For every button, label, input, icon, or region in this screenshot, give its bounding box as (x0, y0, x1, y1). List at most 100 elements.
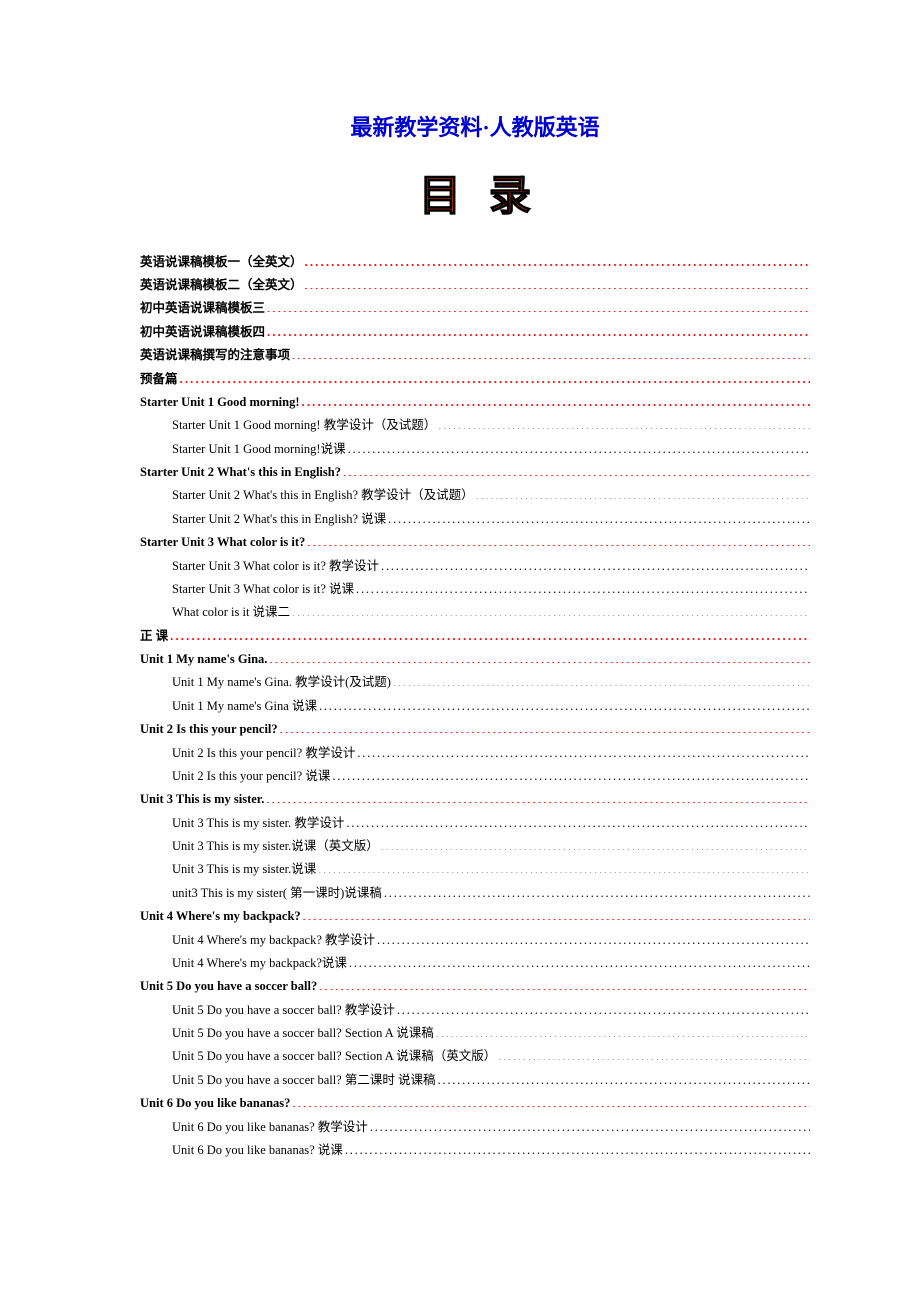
toc-entry[interactable]: Unit 3 This is my sister.说课（英文版） (140, 833, 810, 856)
toc-entry[interactable]: 英语说课稿模板二（全英文） (140, 272, 810, 295)
toc-leader (332, 767, 810, 780)
toc-entry[interactable]: Unit 6 Do you like bananas? 教学设计 (140, 1114, 810, 1137)
toc-entry-label: Unit 1 My name's Gina. 教学设计(及试题) (172, 676, 391, 689)
toc-entry-label: What color is it 说课二 (172, 606, 290, 619)
toc-leader (356, 580, 810, 593)
toc-entry[interactable]: Unit 5 Do you have a soccer ball? Sectio… (140, 1020, 810, 1043)
toc-entry-label: 英语说课稿撰写的注意事项 (140, 349, 290, 362)
toc-leader (292, 1095, 810, 1108)
toc-entry-label: Starter Unit 2 What's this in English? (140, 466, 341, 479)
toc-entry-label: 英语说课稿模板一（全英文） (140, 256, 303, 269)
toc-entry[interactable]: Starter Unit 2 What's this in English? 说… (140, 506, 810, 529)
toc-entry-label: 初中英语说课稿模板四 (140, 326, 265, 339)
document-page: 最新教学资料·人教版英语 目 录 英语说课稿模板一（全英文）英语说课稿模板二（全… (0, 0, 920, 1221)
toc-leader (348, 440, 810, 453)
toc-entry[interactable]: Unit 1 My name's Gina 说课 (140, 693, 810, 716)
toc-leader (307, 534, 810, 547)
toc-entry[interactable]: Unit 2 Is this your pencil? 教学设计 (140, 740, 810, 763)
toc-entry-label: Starter Unit 2 What's this in English? 教… (172, 489, 474, 502)
toc-entry-label: Unit 5 Do you have a soccer ball? Sectio… (172, 1027, 434, 1040)
toc-entry[interactable]: Unit 4 Where's my backpack? (140, 904, 810, 927)
toc-entry-label: Unit 2 Is this your pencil? 说课 (172, 770, 330, 783)
toc-entry[interactable]: 初中英语说课稿模板三 (140, 296, 810, 319)
toc-entry-label: Unit 5 Do you have a soccer ball? Sectio… (172, 1050, 496, 1063)
toc-heading-inner: 目 录 (411, 160, 539, 225)
toc-entry[interactable]: Starter Unit 2 What's this in English? (140, 459, 810, 482)
toc-leader (381, 838, 810, 851)
toc-heading-char-1: 目 (419, 162, 461, 223)
toc-entry[interactable]: 初中英语说课稿模板四 (140, 319, 810, 342)
toc-leader (267, 323, 810, 336)
toc-entry[interactable]: unit3 This is my sister( 第一课时)说课稿 (140, 880, 810, 903)
toc-entry[interactable]: Unit 5 Do you have a soccer ball? 第二课时 说… (140, 1067, 810, 1090)
toc-entry-label: Unit 1 My name's Gina. (140, 653, 267, 666)
toc-entry[interactable]: Unit 2 Is this your pencil? (140, 717, 810, 740)
toc-entry-label: Unit 3 This is my sister.说课（英文版） (172, 840, 379, 853)
toc-entry[interactable]: Unit 1 My name's Gina. (140, 646, 810, 669)
toc-entry[interactable]: Unit 4 Where's my backpack?说课 (140, 950, 810, 973)
toc-leader (349, 954, 810, 967)
toc-leader (319, 978, 810, 991)
toc-entry-label: Unit 5 Do you have a soccer ball? 第二课时 说… (172, 1074, 435, 1087)
toc-entry-label: Unit 4 Where's my backpack?说课 (172, 957, 347, 970)
toc-leader (437, 1071, 810, 1084)
toc-leader (357, 744, 810, 757)
toc-entry[interactable]: Unit 3 This is my sister. 教学设计 (140, 810, 810, 833)
toc-leader (388, 510, 810, 523)
toc-leader (180, 370, 810, 383)
toc-heading-char-2: 录 (489, 162, 531, 223)
toc-entry-label: Unit 3 This is my sister. 教学设计 (172, 817, 344, 830)
toc-leader (280, 721, 810, 734)
toc-entry-label: Starter Unit 3 What color is it? 说课 (172, 583, 354, 596)
toc-entry[interactable]: Unit 5 Do you have a soccer ball? Sectio… (140, 1044, 810, 1067)
toc-entry-label: Starter Unit 1 Good morning! 教学设计（及试题） (172, 419, 436, 432)
toc-entry[interactable]: Starter Unit 1 Good morning!说课 (140, 436, 810, 459)
toc-leader (377, 931, 810, 944)
toc-entry-label: unit3 This is my sister( 第一课时)说课稿 (172, 887, 382, 900)
toc-entry[interactable]: Unit 6 Do you like bananas? (140, 1091, 810, 1114)
toc-entry-label: Unit 5 Do you have a soccer ball? (140, 980, 317, 993)
toc-entry[interactable]: Unit 5 Do you have a soccer ball? (140, 974, 810, 997)
toc-leader (384, 884, 810, 897)
toc-entry-label: 预备篇 (140, 373, 178, 386)
toc-leader (436, 1025, 810, 1038)
toc-leader (266, 791, 810, 804)
toc-entry-label: Unit 6 Do you like bananas? 教学设计 (172, 1121, 368, 1134)
toc-leader (346, 814, 810, 827)
toc-entry-label: Starter Unit 2 What's this in English? 说… (172, 513, 386, 526)
toc-entry[interactable]: Unit 3 This is my sister.说课 (140, 857, 810, 880)
toc-entry[interactable]: 英语说课稿撰写的注意事项 (140, 343, 810, 366)
toc-entry[interactable]: Unit 4 Where's my backpack? 教学设计 (140, 927, 810, 950)
toc-entry[interactable]: 正 课 (140, 623, 810, 646)
toc-entry[interactable]: Starter Unit 2 What's this in English? 教… (140, 483, 810, 506)
toc-entry[interactable]: Unit 2 Is this your pencil? 说课 (140, 763, 810, 786)
toc-entry[interactable]: Unit 3 This is my sister. (140, 787, 810, 810)
toc-entry[interactable]: Starter Unit 1 Good morning! (140, 389, 810, 412)
toc-entry[interactable]: 英语说课稿模板一（全英文） (140, 249, 810, 272)
toc-entry-label: Unit 2 Is this your pencil? (140, 723, 278, 736)
toc-entry-label: Unit 4 Where's my backpack? (140, 910, 301, 923)
toc-leader (305, 253, 810, 266)
toc-entry-label: Unit 6 Do you like bananas? 说课 (172, 1144, 343, 1157)
toc-entry[interactable]: Starter Unit 1 Good morning! 教学设计（及试题） (140, 413, 810, 436)
toc-entry[interactable]: What color is it 说课二 (140, 600, 810, 623)
toc-entry[interactable]: Starter Unit 3 What color is it? (140, 530, 810, 553)
toc-leader (370, 1118, 810, 1131)
toc-entry-label: 初中英语说课稿模板三 (140, 302, 265, 315)
toc-leader (303, 908, 810, 921)
toc-entry[interactable]: 预备篇 (140, 366, 810, 389)
toc-leader (292, 347, 810, 360)
toc-leader (381, 557, 810, 570)
toc-entry-label: Unit 4 Where's my backpack? 教学设计 (172, 934, 375, 947)
toc-leader (318, 861, 810, 874)
toc-entry[interactable]: Unit 1 My name's Gina. 教学设计(及试题) (140, 670, 810, 693)
toc-leader (305, 277, 810, 290)
toc-entry[interactable]: Starter Unit 3 What color is it? 说课 (140, 576, 810, 599)
toc-leader (498, 1048, 810, 1061)
table-of-contents: 英语说课稿模板一（全英文） 英语说课稿模板二（全英文） 初中英语说课稿模板三初中英语… (140, 249, 810, 1161)
toc-entry[interactable]: Starter Unit 3 What color is it? 教学设计 (140, 553, 810, 576)
toc-entry[interactable]: Unit 6 Do you like bananas? 说课 (140, 1137, 810, 1160)
toc-entry[interactable]: Unit 5 Do you have a soccer ball? 教学设计 (140, 997, 810, 1020)
toc-entry-label: 正 课 (140, 630, 168, 643)
toc-entry-label: Unit 1 My name's Gina 说课 (172, 700, 317, 713)
